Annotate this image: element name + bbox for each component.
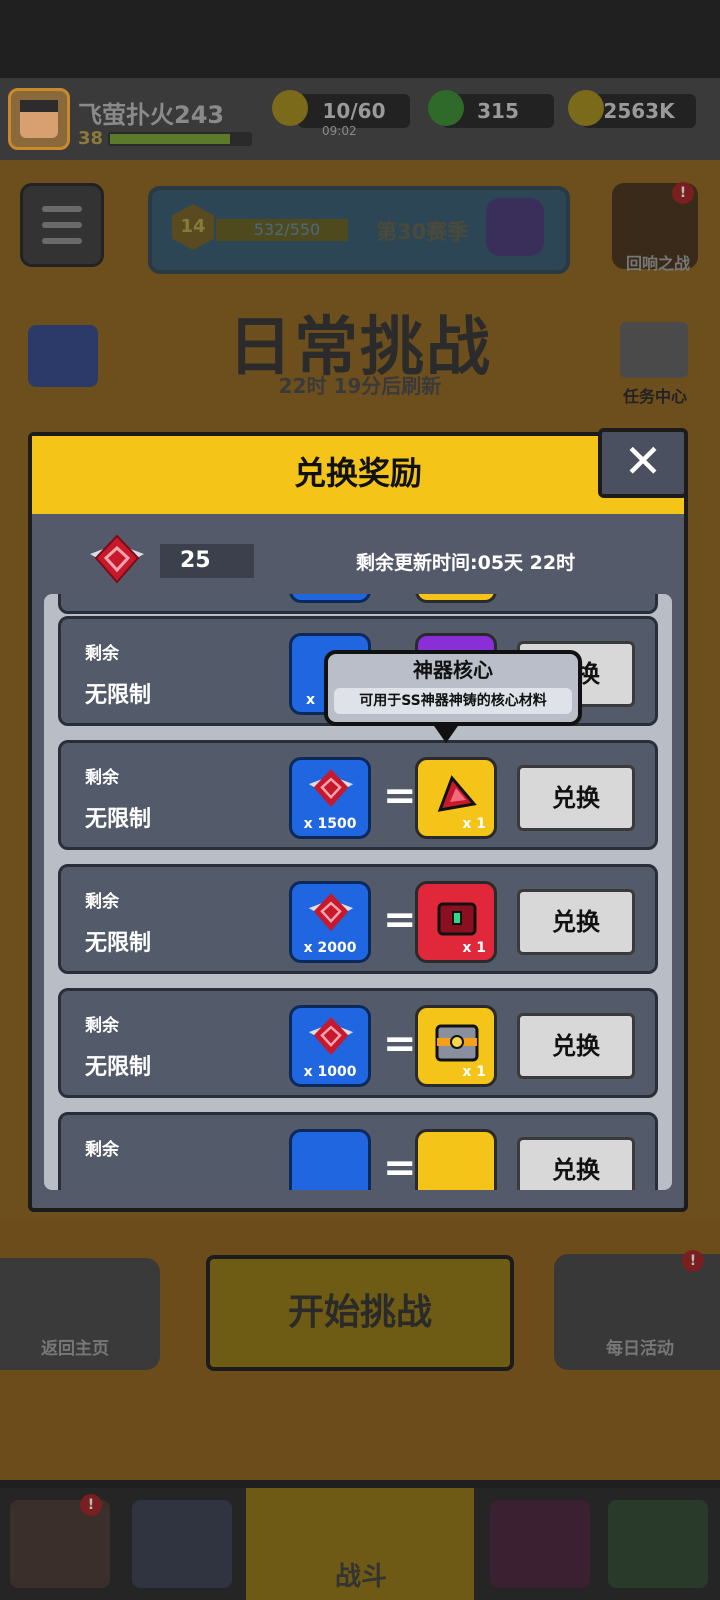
exchange-button[interactable]: 兑换 xyxy=(517,1013,635,1079)
stamina-counter[interactable]: 10/60 xyxy=(298,94,410,128)
cost-qty: x 2000 xyxy=(303,940,357,956)
winged-token-icon xyxy=(308,893,354,932)
season-progress: 532/550 xyxy=(253,220,321,239)
artifact-core-tile[interactable]: x 1 xyxy=(415,757,497,839)
alert-badge-icon: ! xyxy=(672,182,694,204)
remaining-label: 剩余 xyxy=(85,1016,119,1036)
cost-token-tile: x 1000 xyxy=(289,1005,371,1087)
reward-tile[interactable] xyxy=(415,1129,497,1190)
daily-events-label: 每日活动 xyxy=(606,1339,674,1359)
menu-icon-line xyxy=(42,222,82,228)
battle-tab-label: 战斗 xyxy=(334,1562,387,1592)
token-count: 25 xyxy=(160,544,254,578)
winged-token-icon xyxy=(308,769,354,808)
modal-title: 兑换奖励 xyxy=(293,454,422,492)
remaining-value: 无限制 xyxy=(85,807,152,832)
reward-qty: x 1 xyxy=(462,816,486,832)
avatar-headband-icon xyxy=(20,100,58,112)
close-button[interactable]: ✕ xyxy=(598,428,688,498)
artifact-core-icon xyxy=(437,775,477,812)
equals-sign: = xyxy=(383,1021,417,1067)
task-center-label: 任务中心 xyxy=(622,387,687,406)
gold-chest-tile[interactable]: x 1 xyxy=(415,1005,497,1087)
remaining-value: 无限制 xyxy=(85,683,152,708)
cost-token-tile xyxy=(289,1129,371,1190)
tooltip-pointer xyxy=(432,723,460,743)
back-home-label: 返回主页 xyxy=(41,1339,109,1359)
start-challenge-button[interactable]: 开始挑战 xyxy=(206,1255,514,1371)
refresh-timer: 22时 19分后刷新 xyxy=(278,374,442,398)
equipment-tab-icon[interactable] xyxy=(132,1500,232,1588)
remaining-label: 剩余 xyxy=(85,1140,119,1160)
equals-sign: = xyxy=(383,897,417,943)
equals-sign: = xyxy=(383,1145,417,1190)
list-item: 剩余 无限制 x 1500 = x 1 兑换 xyxy=(58,740,658,850)
remaining-label: 剩余 xyxy=(85,768,119,788)
echo-battle-label: 回响之战 xyxy=(625,254,690,273)
alert-badge-icon: ! xyxy=(682,1250,704,1272)
gold-add-icon[interactable] xyxy=(568,90,604,126)
remaining-value: 无限制 xyxy=(85,1055,152,1080)
red-chest-tile[interactable]: x 1 xyxy=(415,881,497,963)
equals-sign: = xyxy=(383,773,417,819)
status-bar xyxy=(0,0,720,78)
season-label: 第30赛季 xyxy=(376,220,469,244)
stamina-timer: 09:02 xyxy=(322,124,357,138)
lightning-icon xyxy=(272,90,308,126)
winged-token-icon xyxy=(308,1017,354,1056)
red-chest-icon xyxy=(437,902,477,936)
gem-add-icon[interactable] xyxy=(428,90,464,126)
exchange-button[interactable]: 兑换 xyxy=(517,889,635,955)
refresh-countdown: 剩余更新时间:05天 22时 xyxy=(356,552,576,574)
list-item: 剩余 无限制 x 2000 = x 1 兑换 xyxy=(58,864,658,974)
username: 飞萤扑火243 xyxy=(78,101,225,129)
menu-icon-line xyxy=(42,238,82,244)
alert-badge-icon: ! xyxy=(80,1494,102,1516)
list-item: 剩余 = 兑换 xyxy=(58,1112,658,1190)
task-scroll-icon[interactable] xyxy=(620,322,688,378)
evolve-tab-icon[interactable] xyxy=(608,1500,708,1588)
cost-qty: x 1500 xyxy=(303,816,357,832)
reward-qty: x 1 xyxy=(462,1064,486,1080)
menu-icon xyxy=(42,206,82,212)
season-emblem-icon xyxy=(486,198,544,256)
cost-token-tile: x 1500 xyxy=(289,757,371,839)
cost-qty: x 1000 xyxy=(303,1064,357,1080)
cost-token-tile xyxy=(289,594,371,603)
gold-chest-icon xyxy=(435,1024,479,1062)
cost-token-tile: x 2000 xyxy=(289,881,371,963)
xp-bar-fill xyxy=(110,134,230,144)
reward-tile[interactable] xyxy=(415,594,497,603)
winged-token-icon xyxy=(90,534,144,584)
list-item: 剩余 无限制 x 1000 = x 1 兑换 xyxy=(58,988,658,1098)
remaining-label: 剩余 xyxy=(85,644,119,664)
remaining-label: 剩余 xyxy=(85,892,119,912)
tooltip-description: 可用于SS神器神铸的核心材料 xyxy=(334,688,572,714)
talent-tab-icon[interactable] xyxy=(490,1500,590,1588)
gift-icon[interactable] xyxy=(28,325,98,387)
exchange-button[interactable]: 兑换 xyxy=(517,765,635,831)
remaining-value: 无限制 xyxy=(85,931,152,956)
tooltip-title: 神器核心 xyxy=(413,658,493,682)
list-item xyxy=(58,594,658,614)
exchange-button[interactable]: 兑换 xyxy=(517,1137,635,1190)
player-level: 38 xyxy=(78,128,104,149)
reward-qty: x 1 xyxy=(462,940,486,956)
